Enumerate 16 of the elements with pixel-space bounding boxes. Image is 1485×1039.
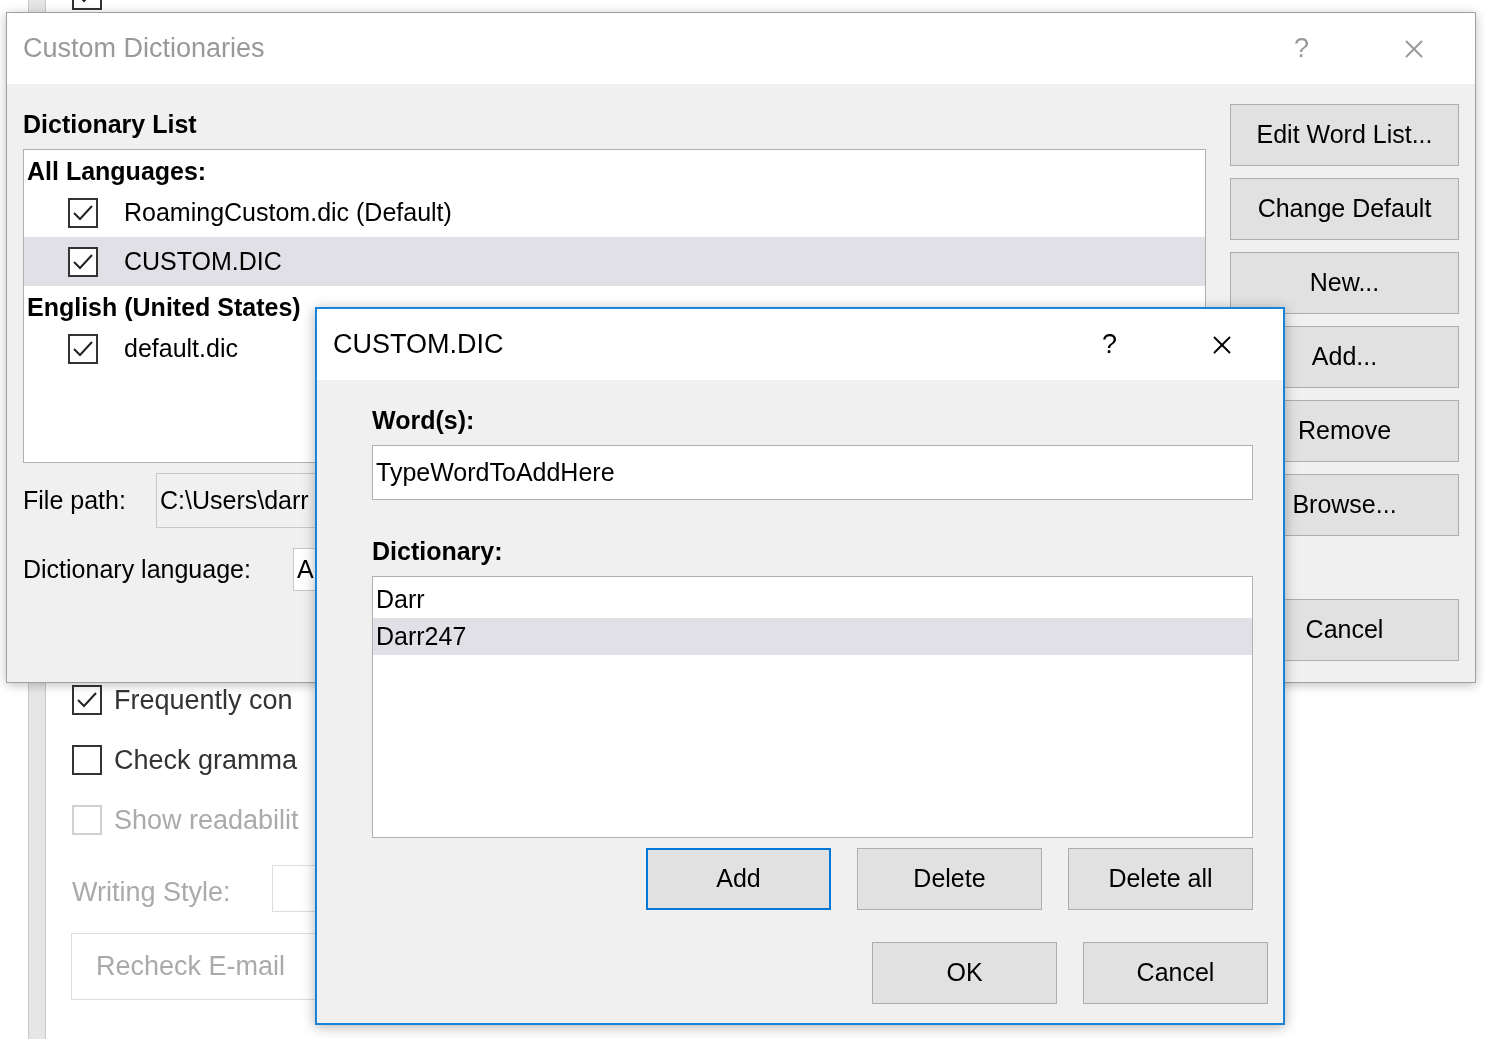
window-title: CUSTOM.DIC	[333, 328, 505, 362]
dictionary-label: Dictionary:	[372, 536, 504, 566]
dictionary-name: CUSTOM.DIC	[124, 245, 282, 277]
option-label: Frequently con	[114, 684, 293, 717]
group-header: All Languages:	[26, 156, 208, 187]
group-header: English (United States)	[26, 292, 302, 323]
section-label: Dictionary List	[23, 109, 198, 139]
dictionary-name: RoamingCustom.dic (Default)	[124, 196, 452, 228]
language-label: Dictionary language:	[23, 553, 252, 585]
words-label: Word(s):	[372, 405, 476, 435]
file-path-label: File path:	[23, 484, 127, 516]
option-label: Check gramma	[114, 744, 298, 777]
window-title: Custom Dictionaries	[23, 32, 266, 66]
option-label: Show readabilit	[114, 804, 299, 837]
dictionary-name: default.dic	[124, 332, 238, 364]
writing-style-label: Writing Style:	[72, 876, 231, 909]
